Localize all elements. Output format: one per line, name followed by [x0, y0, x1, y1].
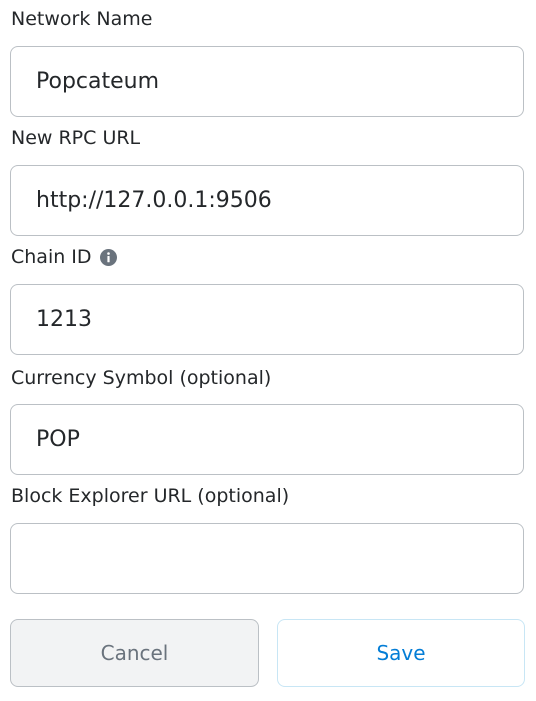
currency-symbol-input[interactable]: [10, 404, 524, 475]
network-name-label: Network Name: [11, 7, 152, 31]
rpc-url-input[interactable]: [10, 165, 524, 236]
rpc-url-label: New RPC URL: [11, 126, 140, 150]
info-circle-icon[interactable]: [99, 248, 117, 266]
save-button[interactable]: Save: [277, 619, 525, 687]
block-explorer-label-text: Block Explorer URL (optional): [11, 485, 290, 507]
chain-id-input[interactable]: [10, 284, 524, 355]
chain-id-label: Chain ID: [11, 245, 117, 269]
currency-symbol-label-text: Currency Symbol (optional): [11, 367, 272, 389]
block-explorer-input[interactable]: [10, 523, 524, 594]
network-name-input[interactable]: [10, 46, 524, 117]
chain-id-label-text: Chain ID: [11, 246, 92, 268]
block-explorer-label: Block Explorer URL (optional): [11, 484, 289, 508]
currency-symbol-label: Currency Symbol (optional): [11, 366, 271, 390]
rpc-url-label-text: New RPC URL: [11, 127, 141, 149]
network-name-label-text: Network Name: [11, 8, 153, 30]
cancel-button[interactable]: Cancel: [10, 619, 259, 687]
